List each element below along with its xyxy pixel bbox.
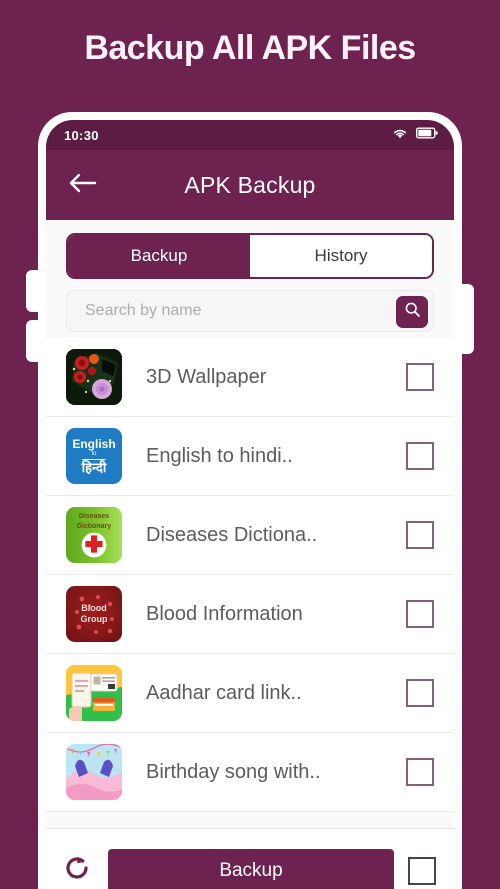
app-checkbox[interactable] bbox=[406, 758, 434, 786]
wifi-icon bbox=[392, 126, 408, 144]
status-icons bbox=[392, 126, 438, 144]
status-bar: 10:30 bbox=[46, 120, 454, 150]
backup-button[interactable]: Backup bbox=[108, 848, 394, 889]
search-icon bbox=[404, 301, 421, 323]
app-checkbox[interactable] bbox=[406, 442, 434, 470]
arrow-left-icon bbox=[67, 171, 97, 200]
search-button[interactable] bbox=[396, 296, 428, 328]
page-title: APK Backup bbox=[184, 171, 316, 198]
icon-text-group: Group bbox=[80, 614, 108, 624]
tab-backup[interactable]: Backup bbox=[68, 235, 250, 277]
search-input[interactable] bbox=[67, 291, 433, 331]
app-name: Diseases Dictiona.. bbox=[146, 523, 318, 546]
tab-history[interactable]: History bbox=[250, 235, 432, 277]
phone-frame: 10:30 APK Backup Backup History Search b… bbox=[26, 112, 474, 889]
status-time: 10:30 bbox=[64, 127, 99, 143]
back-button[interactable] bbox=[64, 167, 100, 203]
aadhar-card-icon bbox=[66, 665, 122, 721]
english-to-hindi-icon: English to हिन्दी bbox=[66, 428, 122, 484]
table-row[interactable]: Blood Group Blood Information bbox=[46, 575, 454, 654]
app-checkbox[interactable] bbox=[406, 600, 434, 628]
icon-text-dictionary: Dictionary bbox=[76, 522, 112, 530]
tabs-container: Backup History bbox=[46, 220, 454, 279]
app-bar: APK Backup bbox=[46, 150, 454, 220]
search-bar bbox=[66, 290, 434, 332]
app-name: Blood Information bbox=[146, 602, 303, 625]
select-all-checkbox[interactable] bbox=[408, 856, 436, 885]
table-row[interactable]: Birthday Song With Name Birthday song wi… bbox=[46, 733, 454, 812]
tab-bar: Backup History bbox=[66, 233, 434, 279]
phone-screen: 10:30 APK Backup Backup History Search b… bbox=[46, 120, 454, 889]
wallpaper-flowers-icon bbox=[66, 349, 122, 405]
app-checkbox[interactable] bbox=[406, 363, 434, 391]
app-checkbox[interactable] bbox=[406, 679, 434, 707]
icon-text-blood: Blood bbox=[81, 602, 107, 613]
refresh-button[interactable] bbox=[60, 854, 94, 888]
search-container bbox=[46, 279, 454, 332]
birthday-song-icon: Birthday Song With Name bbox=[66, 744, 122, 800]
app-name: English to hindi.. bbox=[146, 444, 293, 467]
volume-up-button[interactable] bbox=[26, 270, 40, 312]
app-list[interactable]: 3D Wallpaper English to हिन्दी English t… bbox=[46, 332, 454, 815]
blood-group-icon: Blood Group bbox=[66, 586, 122, 642]
volume-down-button[interactable] bbox=[26, 320, 40, 362]
icon-text-hindi: हिन्दी bbox=[81, 458, 107, 475]
battery-icon bbox=[415, 126, 438, 144]
app-name: Aadhar card link.. bbox=[146, 681, 302, 704]
promo-headline: Backup All APK Files bbox=[84, 29, 416, 67]
icon-text-english: English bbox=[72, 437, 116, 452]
icon-text-diseases: Diseases bbox=[78, 513, 110, 521]
table-row[interactable]: English to हिन्दी English to hindi.. bbox=[46, 417, 454, 496]
diseases-dictionary-icon: Diseases Dictionary bbox=[66, 507, 122, 563]
app-name: Birthday song with.. bbox=[146, 760, 321, 783]
table-row[interactable]: 3D Wallpaper bbox=[46, 338, 454, 417]
refresh-icon bbox=[62, 853, 92, 888]
bottom-action-bar: Backup bbox=[46, 828, 454, 889]
app-name: 3D Wallpaper bbox=[146, 365, 267, 388]
power-button[interactable] bbox=[460, 284, 474, 354]
app-checkbox[interactable] bbox=[406, 521, 434, 549]
table-row[interactable]: Aadhar card link.. bbox=[46, 654, 454, 733]
icon-text-to: to bbox=[91, 451, 97, 458]
table-row[interactable]: Diseases Dictionary Diseases Dictiona.. bbox=[46, 496, 454, 575]
